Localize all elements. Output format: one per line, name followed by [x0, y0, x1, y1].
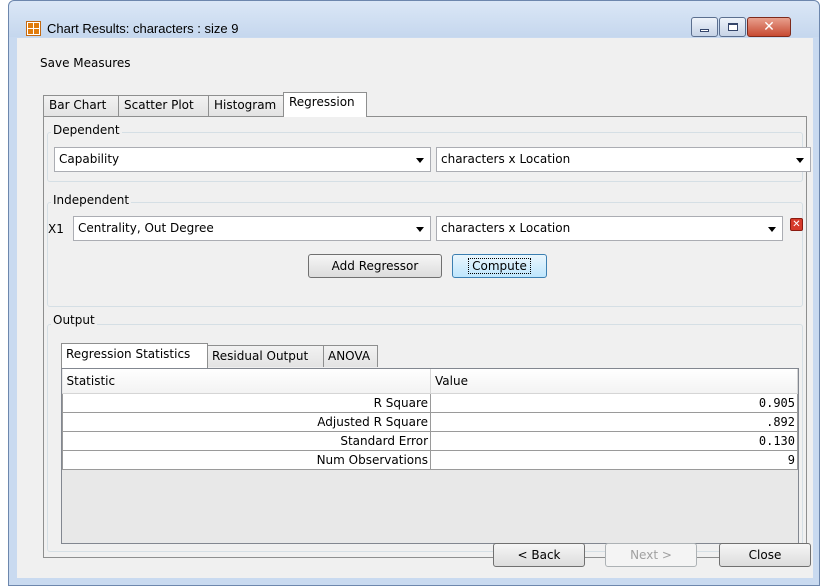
chevron-down-icon	[416, 227, 424, 232]
remove-regressor-button[interactable]: ✕	[790, 218, 803, 231]
table-row[interactable]: R Square 0.905	[62, 392, 798, 413]
regressor-x1-label: X1	[48, 222, 64, 236]
dependent-measure-select[interactable]: Capability	[54, 147, 431, 172]
tab-regression-statistics[interactable]: Regression Statistics	[61, 343, 208, 368]
value-cell[interactable]: 9	[430, 449, 798, 470]
close-icon: ✕	[792, 219, 801, 230]
close-button[interactable]: Close	[719, 543, 811, 567]
tab-anova[interactable]: ANOVA	[323, 345, 378, 367]
close-icon: ✕	[763, 19, 775, 35]
minimize-icon	[700, 28, 709, 32]
value-cell[interactable]: 0.905	[430, 392, 798, 413]
value-cell[interactable]: 0.130	[430, 430, 798, 451]
dependent-measure-value: Capability	[59, 152, 120, 166]
close-window-button[interactable]: ✕	[747, 17, 791, 37]
next-button[interactable]: Next >	[605, 543, 697, 567]
minimize-button[interactable]	[691, 17, 718, 37]
title-bar[interactable]: Chart Results: characters : size 9 ✕	[9, 1, 819, 37]
tab-regression[interactable]: Regression	[283, 92, 367, 117]
chevron-down-icon	[416, 158, 424, 163]
dependent-network-value: characters x Location	[441, 152, 571, 166]
independent-measure-value: Centrality, Out Degree	[78, 221, 214, 235]
column-header-value[interactable]: Value	[430, 369, 798, 394]
independent-measure-select[interactable]: Centrality, Out Degree	[73, 216, 431, 241]
tab-bar-chart[interactable]: Bar Chart	[43, 95, 119, 116]
statistic-cell[interactable]: Standard Error	[62, 430, 431, 451]
back-button[interactable]: < Back	[493, 543, 585, 567]
statistic-cell[interactable]: R Square	[62, 392, 431, 413]
maximize-icon	[727, 23, 738, 31]
independent-network-select[interactable]: characters x Location	[436, 216, 783, 241]
window-title: Chart Results: characters : size 9	[47, 21, 239, 36]
independent-label: Independent	[51, 193, 132, 207]
tab-scatter-plot[interactable]: Scatter Plot	[118, 95, 209, 116]
table-header-row: Statistic Value	[62, 369, 798, 394]
chart-results-window: Chart Results: characters : size 9 ✕ Sav…	[8, 0, 820, 586]
maximize-button[interactable]	[719, 17, 746, 37]
chevron-down-icon	[768, 227, 776, 232]
column-header-statistic[interactable]: Statistic	[62, 369, 431, 394]
compute-label: Compute	[468, 258, 531, 274]
statistic-cell[interactable]: Adjusted R Square	[62, 411, 431, 432]
tab-residual-output[interactable]: Residual Output	[207, 345, 324, 367]
add-regressor-button[interactable]: Add Regressor	[308, 254, 442, 278]
table-row[interactable]: Adjusted R Square .892	[62, 411, 798, 432]
value-cell[interactable]: .892	[430, 411, 798, 432]
dependent-label: Dependent	[51, 123, 122, 137]
regression-statistics-table: Statistic Value R Square 0.905 Adjusted …	[61, 368, 799, 544]
output-label: Output	[51, 313, 97, 327]
compute-button[interactable]: Compute	[452, 254, 547, 278]
statistic-cell[interactable]: Num Observations	[62, 449, 431, 470]
regression-panel: Dependent Capability characters x Locati…	[43, 116, 811, 558]
save-measures-menu[interactable]: Save Measures	[40, 56, 131, 70]
chevron-down-icon	[796, 158, 804, 163]
window-content: Save Measures Bar Chart Scatter Plot His…	[17, 38, 813, 578]
independent-network-value: characters x Location	[441, 221, 571, 235]
app-icon	[26, 21, 41, 36]
table-row[interactable]: Num Observations 9	[62, 449, 798, 470]
tab-histogram[interactable]: Histogram	[208, 95, 284, 116]
dependent-network-select[interactable]: characters x Location	[436, 147, 811, 172]
table-row[interactable]: Standard Error 0.130	[62, 430, 798, 451]
